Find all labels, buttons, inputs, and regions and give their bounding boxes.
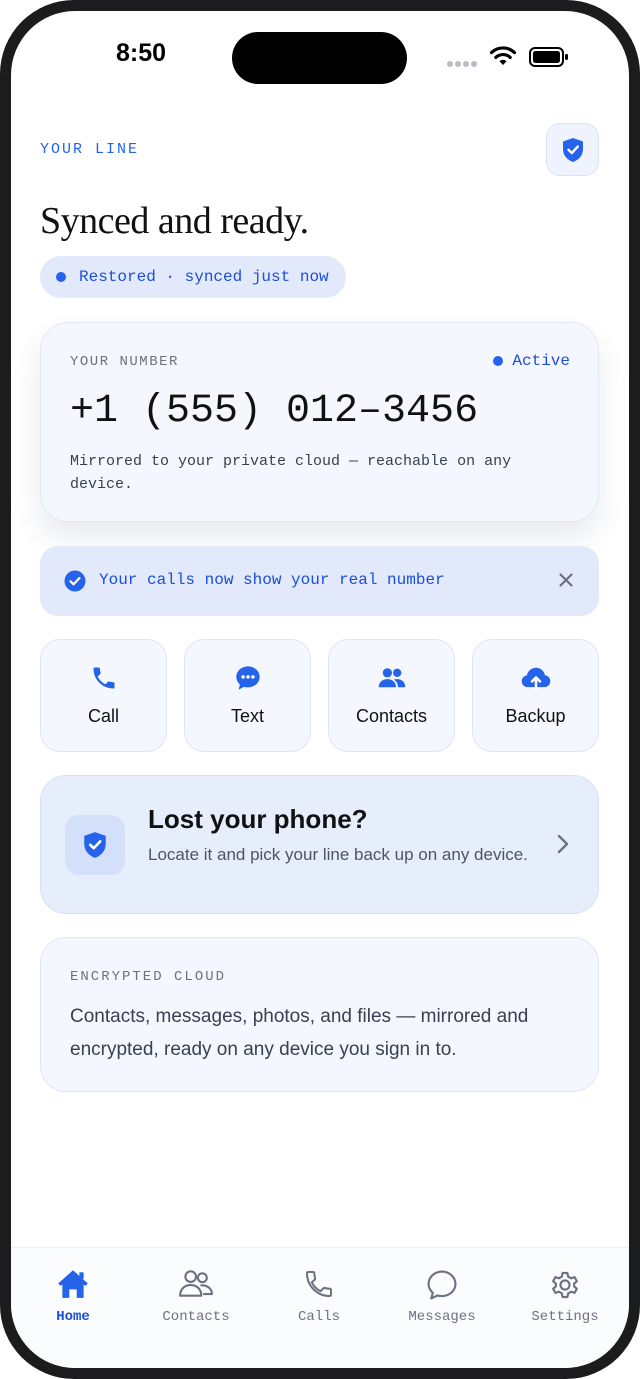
phone-screen: 8:50 YOUR LINE Synced and ready. Restore…	[11, 11, 629, 1368]
tab-home[interactable]: Home	[11, 1248, 135, 1348]
dynamic-island	[232, 32, 407, 84]
encrypted-cloud-card: ENCRYPTED CLOUD Contacts, messages, phot…	[40, 937, 599, 1092]
chat-bubble-icon	[235, 666, 260, 690]
gear-icon	[552, 1271, 578, 1299]
backup-button-label: Backup	[505, 706, 566, 726]
shield-check-icon	[84, 832, 106, 858]
check-circle-icon	[64, 570, 86, 592]
cloud-upload-icon	[521, 667, 550, 690]
backup-button[interactable]: Backup	[472, 639, 599, 752]
phone-icon	[93, 667, 114, 689]
status-time: 8:50	[115, 39, 167, 67]
home-icon	[58, 1270, 88, 1298]
security-button[interactable]	[546, 123, 599, 176]
phone-outline-icon	[306, 1271, 332, 1297]
lost-phone-icon-tile	[65, 815, 125, 875]
encrypted-cloud-description: Contacts, messages, photos, and files — …	[70, 1006, 529, 1060]
tab-contacts[interactable]: Contacts	[134, 1248, 258, 1348]
phone-frame: 8:50 YOUR LINE Synced and ready. Restore…	[0, 0, 640, 1379]
call-button[interactable]: Call	[40, 639, 167, 752]
shield-check-icon	[562, 137, 583, 162]
people-icon	[378, 668, 405, 688]
active-badge-text: Active	[512, 352, 570, 370]
chat-outline-icon	[427, 1270, 457, 1300]
chevron-right-icon	[557, 834, 569, 854]
tab-messages[interactable]: Messages	[380, 1248, 504, 1348]
text-button[interactable]: Text	[184, 639, 311, 752]
tab-contacts-label: Contacts	[162, 1309, 230, 1325]
status-dot-icon	[56, 272, 66, 282]
tab-home-label: Home	[56, 1309, 90, 1325]
tab-settings[interactable]: Settings	[503, 1248, 627, 1348]
page-title: Synced and ready.	[40, 200, 309, 242]
status-indicators	[447, 45, 573, 69]
encrypted-cloud-label: ENCRYPTED CLOUD	[70, 969, 227, 985]
number-card-description: Mirrored to your private cloud — reachab…	[70, 453, 512, 493]
lost-phone-description: Locate it and pick your line back up on …	[148, 845, 528, 864]
close-icon[interactable]	[558, 572, 574, 588]
lost-phone-title: Lost your phone?	[148, 804, 368, 834]
notice-banner-text: Your calls now show your real number	[99, 571, 445, 589]
tab-calls-label: Calls	[297, 1309, 340, 1325]
tab-settings-label: Settings	[531, 1309, 599, 1325]
number-card: YOUR NUMBER Active +1 (555) 012–3456 Mir…	[40, 322, 599, 522]
text-button-label: Text	[230, 706, 264, 726]
number-card-label: YOUR NUMBER	[70, 354, 179, 370]
wifi-icon	[489, 46, 517, 65]
active-dot-icon	[493, 356, 504, 366]
signal-dots-icon	[447, 54, 479, 72]
quick-actions: Call Text Contacts Backup	[40, 639, 599, 752]
battery-icon	[529, 47, 568, 67]
eyebrow-label: YOUR LINE	[40, 141, 140, 158]
active-badge: Active	[493, 352, 570, 370]
lost-phone-card[interactable]: Lost your phone? Locate it and pick your…	[40, 775, 599, 914]
sync-status-pill: Restored · synced just now	[40, 256, 346, 298]
sync-status-text: Restored · synced just now	[79, 268, 329, 286]
tab-calls[interactable]: Calls	[257, 1248, 381, 1348]
contacts-button[interactable]: Contacts	[328, 639, 455, 752]
tab-bar: Home Contacts Calls Messages Settings	[11, 1247, 629, 1368]
contacts-button-label: Contacts	[355, 706, 428, 726]
tab-messages-label: Messages	[408, 1309, 476, 1325]
call-button-label: Call	[87, 706, 119, 726]
notice-banner: Your calls now show your real number	[40, 546, 599, 616]
phone-number: +1 (555) 012–3456	[70, 389, 479, 434]
people-outline-icon	[179, 1270, 213, 1297]
